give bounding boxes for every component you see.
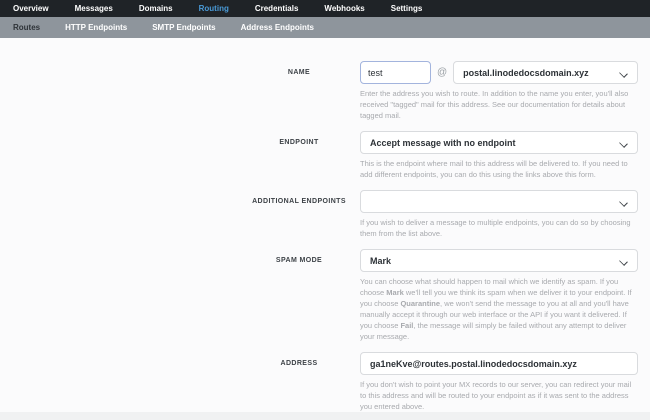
name-label: NAME xyxy=(287,69,311,76)
chevron-down-icon xyxy=(620,257,628,265)
endpoint-row: ENDPOINT Accept message with no endpoint… xyxy=(246,131,638,190)
endpoint-select-value: Accept message with no endpoint xyxy=(370,137,516,148)
name-help-text: Enter the address you wish to route. In … xyxy=(360,89,629,120)
tab-webhooks[interactable]: Webhooks xyxy=(324,4,364,13)
route-edit-content: NAME @ postal.linodedocsdomain.xyz Enter… xyxy=(0,38,650,420)
tab-credentials[interactable]: Credentials xyxy=(255,4,299,13)
address-label: ADDRESS xyxy=(280,360,318,367)
domain-select[interactable]: postal.linodedocsdomain.xyz xyxy=(453,61,638,84)
route-address-input[interactable] xyxy=(360,352,638,375)
bottom-strip xyxy=(0,412,650,420)
address-row: ADDRESS If you don't wish to point your … xyxy=(246,352,638,420)
endpoint-label: ENDPOINT xyxy=(279,139,319,146)
tab-domains[interactable]: Domains xyxy=(139,4,173,13)
spam-mode-select[interactable]: Mark xyxy=(360,249,638,272)
tab-settings[interactable]: Settings xyxy=(391,4,423,13)
spam-mode-help-text: You can choose what should happen to mai… xyxy=(360,277,632,341)
spam-mode-label: SPAM MODE xyxy=(275,257,323,264)
tab-overview[interactable]: Overview xyxy=(13,4,49,13)
subtab-routes[interactable]: Routes xyxy=(13,23,40,32)
top-navigation: Overview Messages Domains Routing Creden… xyxy=(0,0,650,17)
additional-endpoints-select[interactable] xyxy=(360,190,638,213)
spam-mode-row: SPAM MODE Mark You can choose what shoul… xyxy=(246,249,638,352)
at-symbol: @ xyxy=(437,67,448,78)
route-name-input[interactable] xyxy=(360,61,431,84)
subtab-smtp-endpoints[interactable]: SMTP Endpoints xyxy=(152,23,215,32)
additional-endpoints-row: ADDITIONAL ENDPOINTS If you wish to deli… xyxy=(246,190,638,249)
address-help-text: If you don't wish to point your MX recor… xyxy=(360,380,632,411)
additional-endpoints-label: ADDITIONAL ENDPOINTS xyxy=(252,198,346,205)
name-row: NAME @ postal.linodedocsdomain.xyz Enter… xyxy=(246,61,638,131)
additional-endpoints-help-text: If you wish to deliver a message to mult… xyxy=(360,218,631,238)
domain-select-value: postal.linodedocsdomain.xyz xyxy=(463,67,589,78)
subtab-http-endpoints[interactable]: HTTP Endpoints xyxy=(65,23,127,32)
chevron-down-icon xyxy=(620,139,628,147)
subtab-address-endpoints[interactable]: Address Endpoints xyxy=(241,23,314,32)
chevron-down-icon xyxy=(620,69,628,77)
chevron-down-icon xyxy=(620,198,628,206)
route-form: NAME @ postal.linodedocsdomain.xyz Enter… xyxy=(246,61,638,420)
routing-sub-navigation: Routes HTTP Endpoints SMTP Endpoints Add… xyxy=(0,17,650,38)
endpoint-select[interactable]: Accept message with no endpoint xyxy=(360,131,638,154)
endpoint-help-text: This is the endpoint where mail to this … xyxy=(360,159,628,179)
tab-messages[interactable]: Messages xyxy=(75,4,113,13)
spam-mode-select-value: Mark xyxy=(370,255,392,266)
tab-routing[interactable]: Routing xyxy=(199,4,229,13)
